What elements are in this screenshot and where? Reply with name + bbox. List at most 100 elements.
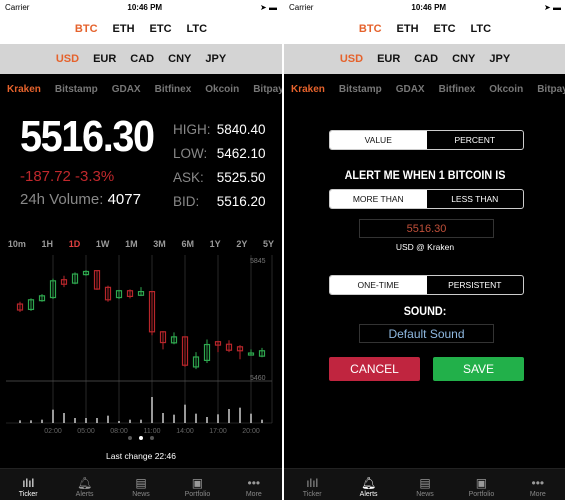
crypto-tab-eth[interactable]: ETH — [113, 23, 135, 35]
currency-tab-cad[interactable]: CAD — [130, 53, 154, 65]
stat-row: HIGH: 5840.40 — [173, 118, 266, 142]
exchange-tab-gdax[interactable]: GDAX — [112, 84, 141, 95]
exchange-tabs[interactable]: KrakenBitstampGDAXBitfinexOkcoinBitpayC — [0, 74, 282, 104]
sound-select[interactable]: Default Sound — [359, 324, 494, 343]
tab-label: News — [416, 491, 434, 498]
clock: 10:46 PM — [411, 2, 447, 12]
timeframe-1m[interactable]: 1M — [125, 239, 138, 249]
stat-value: 5840.40 — [216, 122, 266, 137]
cancel-button[interactable]: CANCEL — [329, 357, 420, 381]
tab-more[interactable]: ••• More — [226, 469, 282, 500]
volume-bar — [239, 407, 241, 423]
page-dot[interactable] — [150, 436, 154, 440]
currency-tab-cad[interactable]: CAD — [414, 53, 438, 65]
stat-row: ASK: 5525.50 — [173, 166, 266, 190]
crypto-tab-btc[interactable]: BTC — [359, 23, 382, 35]
one-time-option[interactable]: ONE-TIME — [330, 276, 427, 294]
candlestick-chart[interactable]: 02:00 05:00 08:00 11:00 14:00 17:00 20:00 5845 5… — [0, 250, 282, 440]
tab-label: Alerts — [75, 491, 94, 498]
currency-tab-eur[interactable]: EUR — [93, 53, 116, 65]
value-option[interactable]: VALUE — [330, 131, 427, 149]
currency-tab-jpy[interactable]: JPY — [489, 53, 510, 65]
tab-bar: ılıl Ticker 🔔︎ Alerts ▤ News ▣ Portfolio ••• More — [284, 468, 565, 500]
page-indicator[interactable] — [0, 436, 282, 440]
currency-tab-eur[interactable]: EUR — [377, 53, 400, 65]
exchange-tab-bitstamp[interactable]: Bitstamp — [339, 84, 382, 95]
currency-tab-cny[interactable]: CNY — [168, 53, 191, 65]
more-than-option[interactable]: MORE THAN — [330, 190, 427, 208]
x-tick-label: 11:00 — [144, 428, 161, 435]
exchange-tabs[interactable]: KrakenBitstampGDAXBitfinexOkcoinBitpayC — [284, 74, 565, 104]
save-button[interactable]: SAVE — [433, 357, 524, 381]
mode-segment[interactable]: VALUE PERCENT — [329, 130, 524, 150]
timeframe-2y[interactable]: 2Y — [236, 239, 247, 249]
tab-label: More — [529, 491, 546, 498]
exchange-tab-kraken[interactable]: Kraken — [7, 84, 41, 95]
currency-tab-cny[interactable]: CNY — [452, 53, 475, 65]
alert-heading: ALERT ME WHEN 1 BITCOIN IS — [344, 168, 506, 182]
currency-tabs: USD EUR CAD CNY JPY — [0, 44, 282, 74]
exchange-tab-bitpay[interactable]: Bitpay — [253, 84, 282, 95]
page-dot-active[interactable] — [139, 436, 143, 440]
less-than-option[interactable]: LESS THAN — [427, 190, 524, 208]
tab-alerts[interactable]: 🔔︎ Alerts — [56, 469, 112, 500]
tab-alerts[interactable]: 🔔︎ Alerts — [340, 469, 396, 500]
percent-option[interactable]: PERCENT — [427, 131, 524, 149]
volume-bar — [217, 414, 219, 423]
crypto-tab-ltc[interactable]: LTC — [187, 23, 208, 35]
currency-tab-usd[interactable]: USD — [56, 53, 79, 65]
currency-tabs: USD EUR CAD CNY JPY — [284, 44, 565, 74]
timeframe-1d[interactable]: 1D — [69, 239, 81, 249]
tab-ticker[interactable]: ılıl Ticker — [0, 469, 56, 500]
volume-bar — [118, 421, 120, 423]
volume-bar — [162, 413, 164, 423]
crypto-tab-ltc[interactable]: LTC — [471, 23, 492, 35]
exchange-tab-bitstamp[interactable]: Bitstamp — [55, 84, 98, 95]
tab-ticker[interactable]: ılıl Ticker — [284, 469, 340, 500]
tab-more[interactable]: ••• More — [510, 469, 565, 500]
price-stats: HIGH: 5840.40 LOW: 5462.10 ASK: 5525.50 BID… — [173, 118, 266, 214]
tab-bar: ılıl Ticker 🔔︎ Alerts ▤ News ▣ Portfolio ••• More — [0, 468, 282, 500]
tab-news[interactable]: ▤ News — [397, 469, 453, 500]
timeframe-1w[interactable]: 1W — [96, 239, 110, 249]
timeframe-10m[interactable]: 10m — [8, 239, 26, 249]
compare-segment[interactable]: MORE THAN LESS THAN — [329, 189, 524, 209]
persistent-option[interactable]: PERSISTENT — [427, 276, 524, 294]
crypto-tab-btc[interactable]: BTC — [75, 23, 98, 35]
timeframe-1h[interactable]: 1H — [42, 239, 54, 249]
battery-icon: ➤ ▬ — [260, 2, 277, 12]
exchange-tab-okcoin[interactable]: Okcoin — [489, 84, 523, 95]
alert-value-input[interactable]: 5516.30 — [359, 219, 494, 238]
exchange-tab-kraken[interactable]: Kraken — [291, 84, 325, 95]
timeframe-6m[interactable]: 6M — [181, 239, 194, 249]
timeframe-5y[interactable]: 5Y — [263, 239, 274, 249]
crypto-tabs: BTC ETH ETC LTC — [0, 14, 282, 44]
stat-value: 5462.10 — [216, 146, 266, 161]
currency-tab-usd[interactable]: USD — [340, 53, 363, 65]
exchange-tab-bitfinex[interactable]: Bitfinex — [155, 84, 192, 95]
crypto-tab-eth[interactable]: ETH — [397, 23, 419, 35]
frequency-segment[interactable]: ONE-TIME PERSISTENT — [329, 275, 524, 295]
tab-portfolio[interactable]: ▣ Portfolio — [453, 469, 509, 500]
carrier: Carrier — [5, 2, 30, 12]
bell-icon: 🔔︎ — [360, 476, 377, 490]
exchange-tab-bitfinex[interactable]: Bitfinex — [439, 84, 476, 95]
tab-portfolio[interactable]: ▣ Portfolio — [169, 469, 225, 500]
currency-tab-jpy[interactable]: JPY — [205, 53, 226, 65]
exchange-tab-gdax[interactable]: GDAX — [396, 84, 425, 95]
crypto-tab-etc[interactable]: ETC — [150, 23, 172, 35]
exchange-tab-okcoin[interactable]: Okcoin — [205, 84, 239, 95]
exchange-tab-bitpay[interactable]: Bitpay — [537, 84, 565, 95]
crypto-tab-etc[interactable]: ETC — [434, 23, 456, 35]
volume-label: 24h Volume: — [20, 191, 104, 208]
timeframe-1y[interactable]: 1Y — [210, 239, 221, 249]
timeframe-3m[interactable]: 3M — [153, 239, 166, 249]
page-dot[interactable] — [128, 436, 132, 440]
volume-bar — [228, 409, 230, 423]
volume-bar — [63, 413, 65, 423]
alerts-screen: Carrier 10:46 PM ➤ ▬ BTC ETH ETC LTC USD EUR CAD C… — [284, 0, 565, 500]
volume-bar — [96, 418, 98, 423]
briefcase-icon: ▣ — [191, 476, 204, 490]
volume: 24h Volume: 4077 — [20, 191, 141, 208]
tab-news[interactable]: ▤ News — [113, 469, 169, 500]
